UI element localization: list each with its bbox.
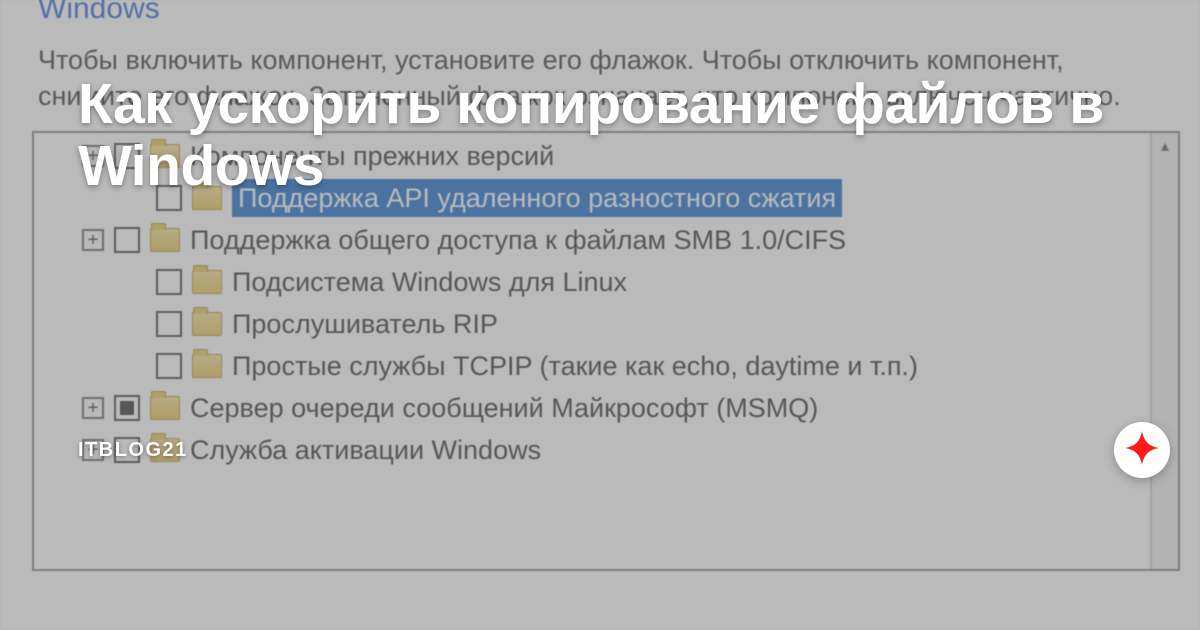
scrollbar-vertical[interactable]: ▴ bbox=[1150, 133, 1178, 569]
tree-item[interactable]: + Сервер очереди сообщений Майкрософт (MS… bbox=[34, 387, 1150, 429]
zen-icon bbox=[1125, 431, 1159, 470]
tree-item-label: Подсистема Windows для Linux bbox=[232, 263, 627, 301]
checkbox[interactable] bbox=[156, 353, 182, 379]
folder-icon bbox=[192, 354, 222, 378]
tree-item[interactable]: +Подсистема Windows для Linux bbox=[34, 261, 1150, 303]
checkbox[interactable] bbox=[114, 395, 140, 421]
tree-item[interactable]: +Служба активации Windows bbox=[34, 429, 1150, 471]
tree-item-label: Сервер очереди сообщений Майкрософт (MSM… bbox=[190, 389, 818, 427]
features-tree[interactable]: +Компоненты прежних версий+Поддержка API… bbox=[34, 133, 1150, 569]
article-source: ITBLOG21 bbox=[78, 439, 188, 462]
tree-item[interactable]: +Прослушиватель RIP bbox=[34, 303, 1150, 345]
folder-icon bbox=[192, 270, 222, 294]
tree-item-label: Простые службы TCPIP (такие как echo, da… bbox=[232, 347, 918, 385]
folder-icon bbox=[150, 228, 180, 252]
article-headline: Как ускорить копирование файлов в Window… bbox=[78, 74, 1120, 197]
tree-item[interactable]: +Простые службы TCPIP (такие как echo, d… bbox=[34, 345, 1150, 387]
checkbox[interactable] bbox=[114, 227, 140, 253]
tree-item-label: Служба активации Windows bbox=[190, 431, 541, 469]
tree-item-label: Прослушиватель RIP bbox=[232, 305, 498, 343]
tree-item-label: Поддержка общего доступа к файлам SMB 1.… bbox=[190, 221, 846, 259]
expand-icon[interactable]: + bbox=[82, 397, 104, 419]
folder-icon bbox=[150, 396, 180, 420]
tree-item[interactable]: + Поддержка общего доступа к файлам SMB 1… bbox=[34, 219, 1150, 261]
expand-icon[interactable]: + bbox=[82, 229, 104, 251]
checkbox[interactable] bbox=[156, 269, 182, 295]
zen-badge[interactable] bbox=[1114, 422, 1170, 478]
scroll-up-arrow-icon[interactable]: ▴ bbox=[1152, 133, 1178, 159]
checkbox[interactable] bbox=[156, 311, 182, 337]
folder-icon bbox=[192, 312, 222, 336]
window-title: Windows bbox=[0, 0, 1200, 28]
